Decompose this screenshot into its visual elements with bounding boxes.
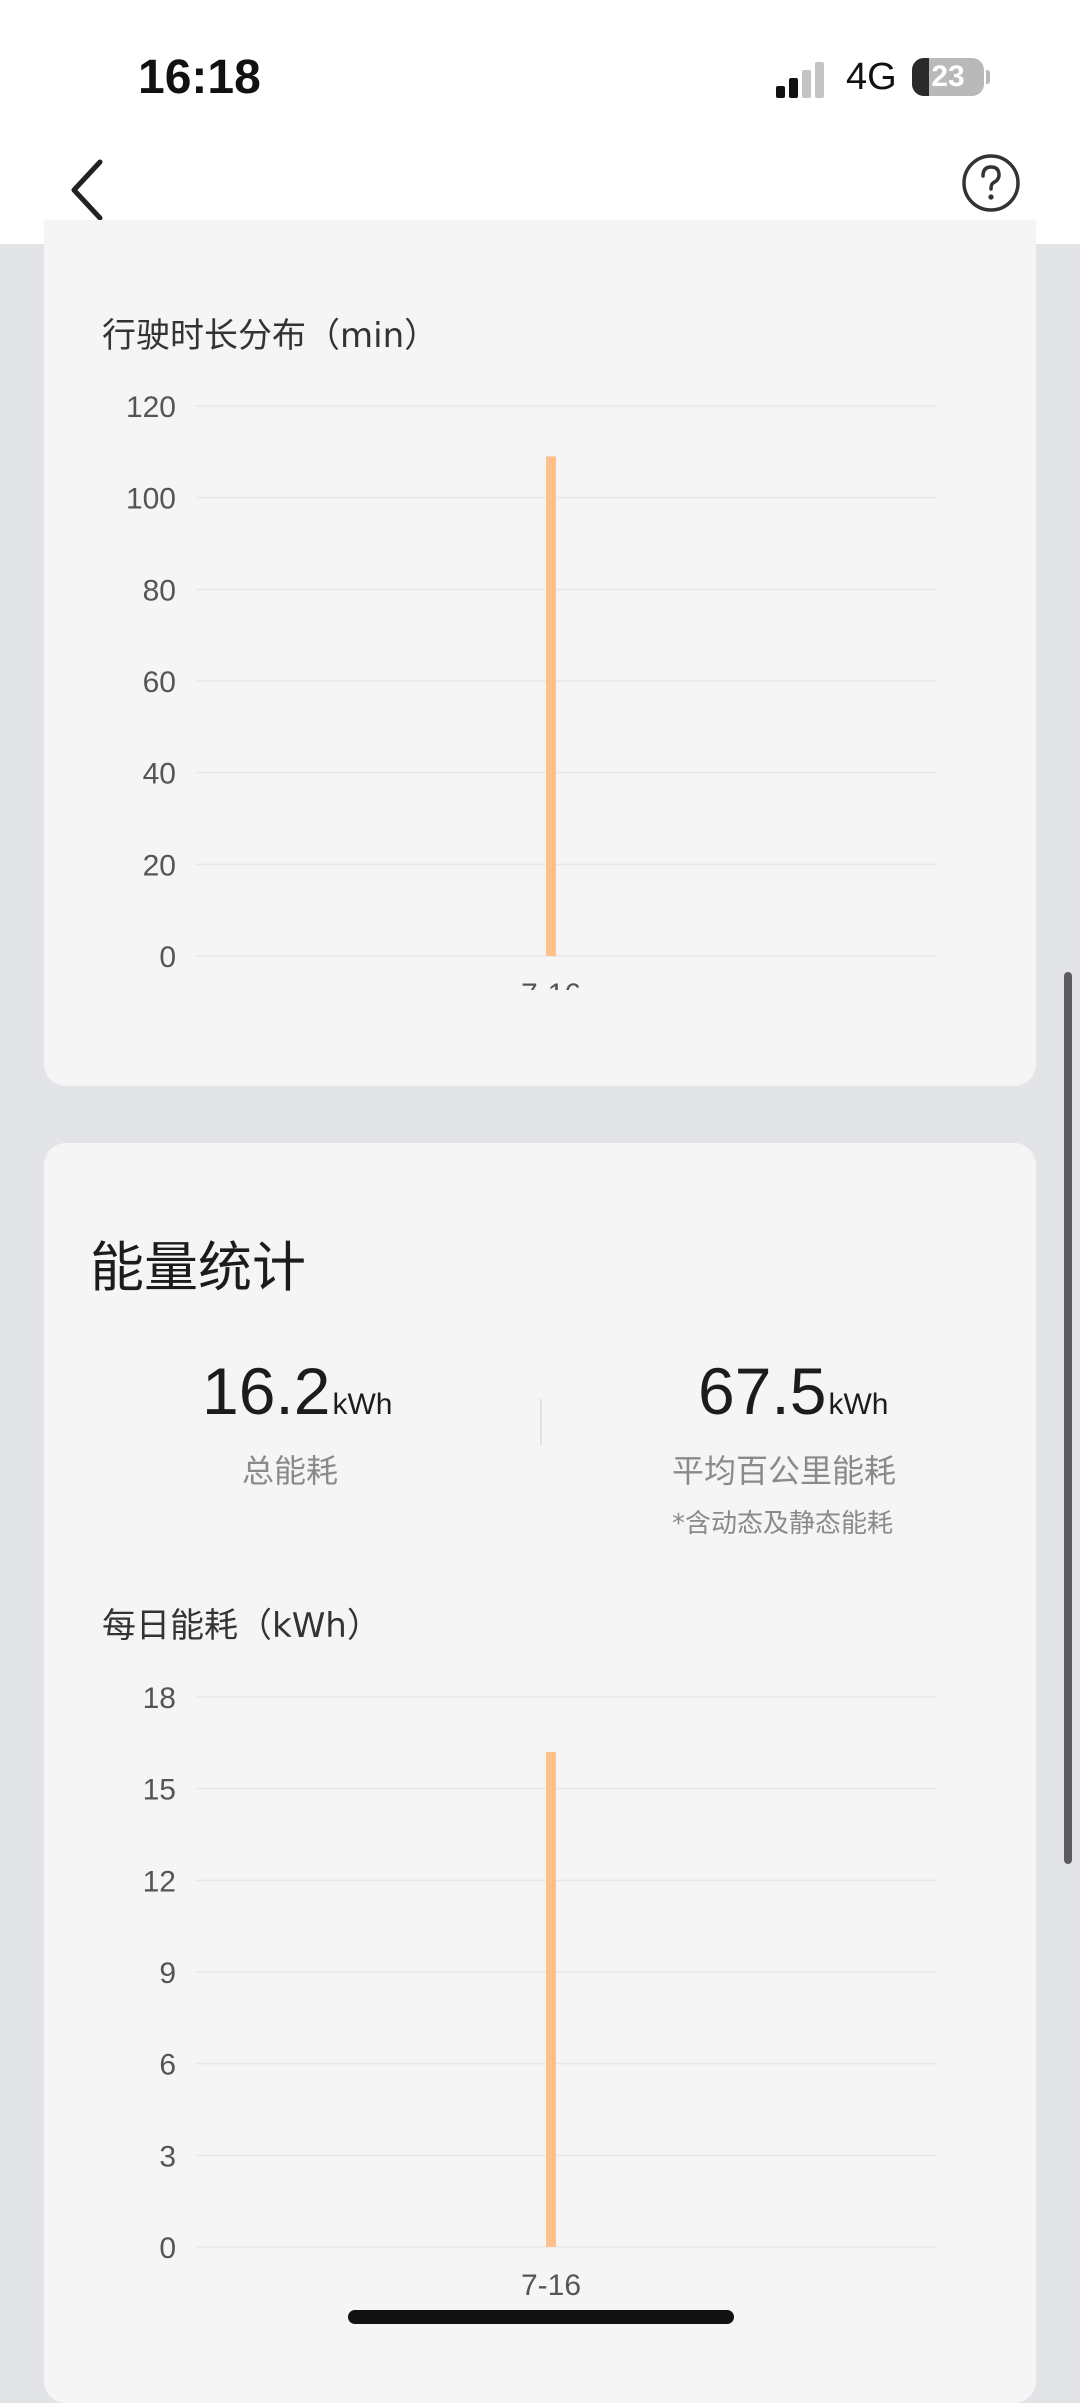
average-energy-label: 平均百公里能耗: [672, 1452, 897, 1490]
y-tick-label: 60: [143, 666, 176, 699]
stats-divider: [540, 1399, 542, 1445]
x-tick-label: 7-16: [521, 978, 581, 990]
total-energy-unit: kWh: [332, 1388, 393, 1421]
energy-stats-card: 能量统计 16.2kWh 总能耗 67.5kWh 平均百公里能耗 *含动态及静态…: [44, 1143, 1036, 2403]
y-tick-label: 15: [143, 1774, 176, 1807]
bar[interactable]: [546, 456, 556, 956]
driving-duration-card: 行驶时长分布（min） 0 20 40 60 80 100 120 7-16: [44, 220, 1036, 1086]
y-tick-label: 100: [126, 483, 176, 516]
battery-level: 23: [931, 60, 965, 93]
status-bar: 16:18 4G 23: [0, 0, 1080, 150]
average-energy-unit: kWh: [828, 1388, 889, 1421]
y-tick-label: 9: [159, 1957, 176, 1990]
home-indicator[interactable]: [348, 2310, 734, 2324]
total-energy-label: 总能耗: [242, 1452, 339, 1490]
help-icon[interactable]: [960, 152, 1022, 214]
y-tick-label: 120: [126, 391, 176, 424]
scrollbar[interactable]: [1064, 972, 1072, 1864]
total-energy-number: 16.2: [202, 1354, 331, 1428]
y-tick-label: 12: [143, 1865, 176, 1898]
signal-icon: [776, 62, 824, 98]
driving-duration-title: 行驶时长分布（min）: [102, 316, 439, 356]
daily-energy-title: 每日能耗（kWh）: [102, 1606, 381, 1646]
daily-energy-chart: 0 3 6 9 12 15 18 7-16: [143, 1682, 936, 2302]
average-energy-value: 67.5kWh: [698, 1353, 888, 1429]
y-tick-label: 0: [159, 941, 176, 974]
battery-icon: 23: [912, 58, 984, 96]
x-tick-label: 7-16: [521, 2269, 581, 2302]
energy-section-title: 能量统计: [90, 1236, 306, 1299]
average-energy-note: *含动态及静态能耗: [672, 1509, 894, 1539]
y-tick-label: 6: [159, 2049, 176, 2082]
bar[interactable]: [546, 1752, 556, 2247]
status-time: 16:18: [138, 51, 261, 104]
y-tick-label: 40: [143, 758, 176, 791]
y-tick-label: 80: [143, 574, 176, 607]
y-tick-label: 3: [159, 2140, 176, 2173]
driving-duration-chart: 0 20 40 60 80 100 120 7-16: [126, 391, 936, 990]
back-chevron-icon[interactable]: [60, 150, 120, 230]
network-label: 4G: [846, 56, 897, 98]
y-tick-label: 0: [159, 2232, 176, 2265]
y-tick-label: 20: [143, 849, 176, 882]
total-energy-value: 16.2kWh: [202, 1353, 392, 1429]
y-tick-label: 18: [143, 1682, 176, 1715]
battery-tip: [986, 70, 990, 84]
average-energy-number: 67.5: [698, 1354, 827, 1428]
